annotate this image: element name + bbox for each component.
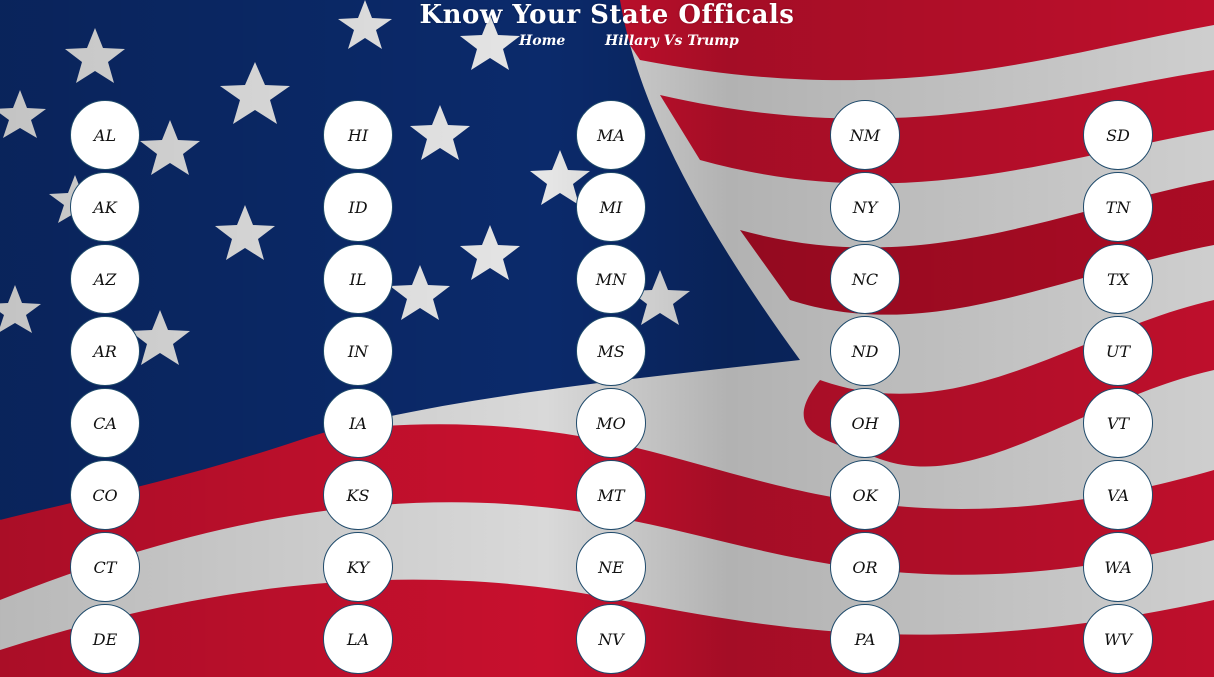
state-button-in[interactable]: IN (323, 316, 393, 386)
state-button-ia[interactable]: IA (323, 388, 393, 458)
state-button-al[interactable]: AL (70, 100, 140, 170)
state-button-ks[interactable]: KS (323, 460, 393, 530)
state-button-ak[interactable]: AK (70, 172, 140, 242)
state-button-va[interactable]: VA (1083, 460, 1153, 530)
state-button-tn[interactable]: TN (1083, 172, 1153, 242)
state-button-ky[interactable]: KY (323, 532, 393, 602)
state-button-pa[interactable]: PA (830, 604, 900, 674)
state-button-nv[interactable]: NV (576, 604, 646, 674)
state-button-la[interactable]: LA (323, 604, 393, 674)
state-button-or[interactable]: OR (830, 532, 900, 602)
state-button-sd[interactable]: SD (1083, 100, 1153, 170)
state-button-ct[interactable]: CT (70, 532, 140, 602)
state-button-mt[interactable]: MT (576, 460, 646, 530)
state-button-tx[interactable]: TX (1083, 244, 1153, 314)
state-button-ms[interactable]: MS (576, 316, 646, 386)
state-button-ma[interactable]: MA (576, 100, 646, 170)
state-button-wv[interactable]: WV (1083, 604, 1153, 674)
state-button-nm[interactable]: NM (830, 100, 900, 170)
state-grid: AL AK AZ AR CA CO CT DE HI ID IL IN IA K… (0, 0, 1214, 677)
state-button-ut[interactable]: UT (1083, 316, 1153, 386)
state-button-de[interactable]: DE (70, 604, 140, 674)
state-button-nc[interactable]: NC (830, 244, 900, 314)
state-button-oh[interactable]: OH (830, 388, 900, 458)
state-button-id[interactable]: ID (323, 172, 393, 242)
site-title: Know Your State Officals (419, 0, 795, 30)
state-button-mn[interactable]: MN (576, 244, 646, 314)
state-button-vt[interactable]: VT (1083, 388, 1153, 458)
state-button-co[interactable]: CO (70, 460, 140, 530)
state-button-ca[interactable]: CA (70, 388, 140, 458)
state-button-ne[interactable]: NE (576, 532, 646, 602)
nav-home-link[interactable]: Home (519, 33, 565, 49)
site-header: Know Your State Officals Home Hillary Vs… (0, 0, 1214, 49)
state-button-ar[interactable]: AR (70, 316, 140, 386)
state-button-il[interactable]: IL (323, 244, 393, 314)
state-button-hi[interactable]: HI (323, 100, 393, 170)
state-button-mi[interactable]: MI (576, 172, 646, 242)
state-button-az[interactable]: AZ (70, 244, 140, 314)
state-button-mo[interactable]: MO (576, 388, 646, 458)
state-button-ok[interactable]: OK (830, 460, 900, 530)
main-nav: Home Hillary Vs Trump (0, 33, 1214, 53)
state-button-ny[interactable]: NY (830, 172, 900, 242)
state-button-wa[interactable]: WA (1083, 532, 1153, 602)
state-button-nd[interactable]: ND (830, 316, 900, 386)
nav-hillary-vs-trump-link[interactable]: Hillary Vs Trump (605, 33, 739, 49)
